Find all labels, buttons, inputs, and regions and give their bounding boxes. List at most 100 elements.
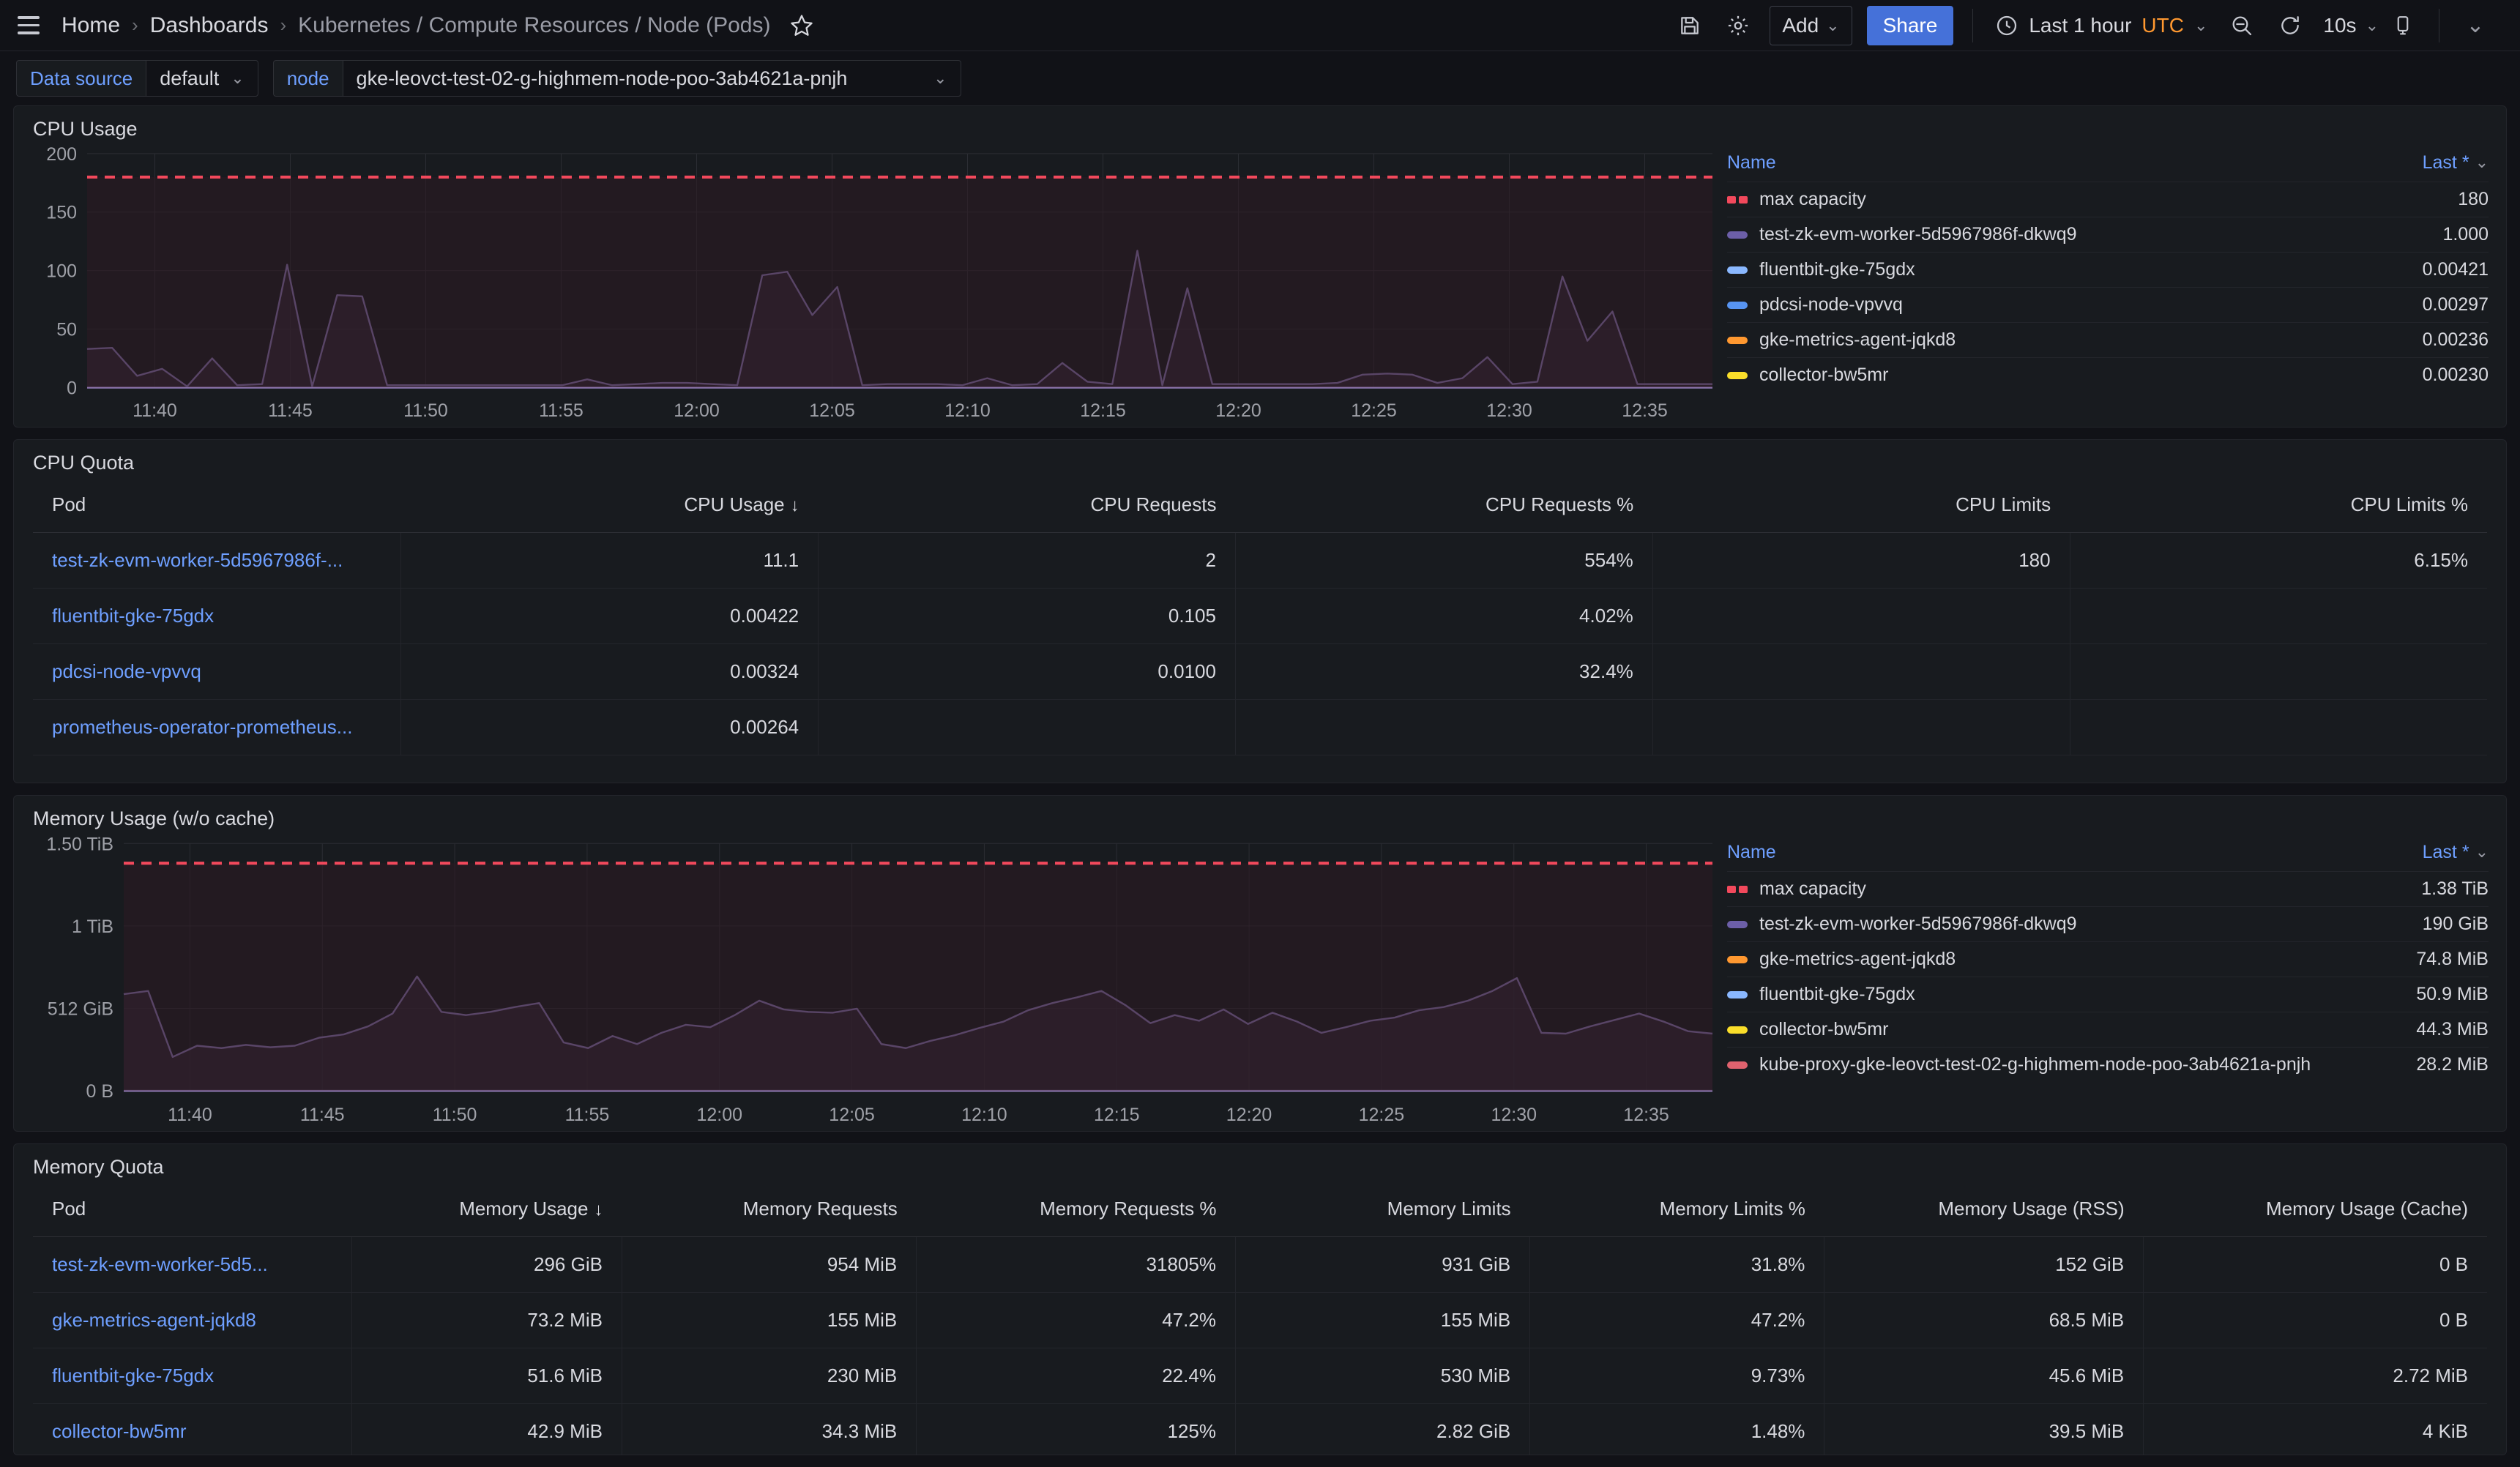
save-icon[interactable]	[1671, 7, 1709, 45]
memory-usage-timeseries-chart[interactable]: 0 B 512 GiB 1 TiB 1.50 TiB 11:40 11:45 11:50 11…	[14, 833, 1720, 1131]
cpu-quota-table: Pod CPU Usage ↓ CPU Requests CPU Requests % C…	[33, 477, 2487, 755]
top-navigation-bar: Home › Dashboards › Kubernetes / Compute…	[0, 0, 2520, 51]
share-button[interactable]: Share	[1866, 5, 1954, 45]
legend-color-swatch	[1727, 955, 1748, 963]
cell-usage: 42.9 MiB	[351, 1403, 622, 1455]
tv-icon[interactable]	[2384, 7, 2422, 45]
breadcrumb-item-dashboard-title[interactable]: Kubernetes / Compute Resources / Node (P…	[298, 13, 770, 38]
legend-series-name: max capacity	[1759, 189, 1866, 209]
cell-limits: 530 MiB	[1234, 1348, 1530, 1404]
column-header-memory-requests[interactable]: Memory Requests %	[916, 1182, 1236, 1237]
dashboard-app: Home › Dashboards › Kubernetes / Compute…	[0, 0, 2520, 1467]
cell-cache: 0 B	[2143, 1292, 2487, 1348]
table-row: collector-bw5mr 42.9 MiB 34.3 MiB 125% 2.82 …	[33, 1403, 2487, 1455]
add-button-label: Add	[1782, 13, 1819, 37]
legend-series-name: kube-proxy-gke-leovct-test-02-g-highmem-…	[1759, 1054, 2311, 1075]
column-header-memory-requests[interactable]: Memory Requests	[622, 1182, 917, 1237]
legend-rows-cpu: max capacity 180 test-zk-evm-worker-5d5967…	[1727, 182, 2489, 392]
x-axis-tick-label: 11:45	[268, 400, 313, 421]
time-range-picker[interactable]: Last 1 hour UTC ⌄	[1985, 6, 2218, 45]
chevron-down-icon[interactable]: ⌄	[2366, 16, 2379, 35]
pod-link[interactable]: test-zk-evm-worker-5d5967986f-...	[52, 549, 343, 571]
column-header-memory-usage-rss[interactable]: Memory Usage (RSS)	[1824, 1182, 2144, 1237]
pod-link[interactable]: collector-bw5mr	[52, 1420, 187, 1442]
zoom-out-icon[interactable]	[2223, 7, 2261, 45]
legend-item[interactable]: fluentbit-gke-75gdx 0.00421	[1727, 252, 2489, 287]
add-button[interactable]: Add ⌄	[1770, 5, 1852, 45]
legend-series-name: test-zk-evm-worker-5d5967986f-dkwq9	[1759, 914, 2077, 934]
legend-name-header: Name	[1727, 841, 1776, 862]
column-header-cpu-usage[interactable]: CPU Usage ↓	[400, 477, 819, 533]
legend-item[interactable]: fluentbit-gke-75gdx 50.9 MiB	[1727, 977, 2489, 1012]
column-header-pod[interactable]: Pod	[33, 1182, 352, 1237]
column-header-memory-limits[interactable]: Memory Limits	[1235, 1182, 1530, 1237]
cell-cpu-requests-pct	[1234, 699, 1653, 755]
column-header-cpu-requests[interactable]: CPU Requests %	[1235, 477, 1653, 533]
y-axis-tick-label: 50	[56, 320, 77, 340]
breadcrumb-item-dashboards[interactable]: Dashboards	[150, 13, 269, 38]
sort-arrow-icon: ↓	[594, 1200, 603, 1220]
legend-series-name: fluentbit-gke-75gdx	[1759, 984, 1915, 1004]
refresh-icon[interactable]	[2271, 7, 2309, 45]
column-header-cpu-limits[interactable]: CPU Limits	[1652, 477, 2070, 533]
legend-color-swatch	[1727, 920, 1748, 928]
cell-requests-pct: 31805%	[916, 1236, 1236, 1293]
column-header-cpu-requests[interactable]: CPU Requests	[818, 477, 1236, 533]
chevron-down-icon: ⌄	[2475, 843, 2489, 861]
legend-color-swatch	[1727, 266, 1748, 274]
cell-rss: 45.6 MiB	[1824, 1348, 2144, 1404]
column-header-pod[interactable]: Pod	[33, 477, 401, 533]
pod-link[interactable]: test-zk-evm-worker-5d5...	[52, 1253, 268, 1275]
cell-cpu-requests-pct: 554%	[1234, 532, 1653, 589]
cell-limits-pct: 47.2%	[1529, 1292, 1824, 1348]
refresh-interval-label[interactable]: 10s	[2319, 14, 2360, 37]
legend-color-swatch	[1727, 1061, 1748, 1069]
pod-link[interactable]: prometheus-operator-prometheus...	[52, 716, 352, 738]
legend-item[interactable]: gke-metrics-agent-jqkd8 74.8 MiB	[1727, 941, 2489, 977]
breadcrumb-item-home[interactable]: Home	[61, 13, 120, 38]
legend-item[interactable]: collector-bw5mr 44.3 MiB	[1727, 1012, 2489, 1047]
legend-header-memory[interactable]: Name Last * ⌄	[1727, 833, 2489, 871]
star-icon[interactable]	[789, 13, 814, 38]
legend-value-header: Last *	[2422, 152, 2469, 173]
cpu-usage-timeseries-chart[interactable]: 0 50 100 150 200 11:40 11:45 11:50 11:55 12:00 12:…	[14, 143, 1720, 427]
more-options-chevron-icon[interactable]: ⌄	[2456, 7, 2494, 45]
legend-item[interactable]: max capacity 1.38 TiB	[1727, 871, 2489, 906]
legend-item[interactable]: kube-proxy-gke-leovct-test-02-g-highmem-…	[1727, 1047, 2489, 1082]
variable-value-datasource: default	[160, 67, 220, 89]
legend-item[interactable]: pdcsi-node-vpvvq 0.00297	[1727, 287, 2489, 322]
legend-color-swatch	[1727, 231, 1748, 239]
x-axis-tick-label: 11:50	[403, 400, 448, 421]
pod-link[interactable]: gke-metrics-agent-jqkd8	[52, 1309, 256, 1331]
menu-toggle-icon[interactable]	[18, 13, 42, 38]
x-axis-tick-label: 11:50	[433, 1105, 477, 1125]
cell-pod-name: test-zk-evm-worker-5d5...	[33, 1236, 352, 1293]
pod-link[interactable]: fluentbit-gke-75gdx	[52, 605, 214, 627]
cell-cache: 2.72 MiB	[2143, 1348, 2487, 1404]
y-axis-tick-label: 150	[46, 203, 77, 223]
variable-select-datasource[interactable]: default ⌄	[146, 60, 258, 97]
column-header-cpu-limits[interactable]: CPU Limits %	[2070, 477, 2487, 533]
column-header-memory-usage[interactable]: Memory Usage ↓	[351, 1182, 622, 1237]
cell-cpu-usage: 0.00422	[400, 588, 819, 644]
pod-link[interactable]: pdcsi-node-vpvvq	[52, 660, 201, 682]
legend-item[interactable]: max capacity 180	[1727, 182, 2489, 217]
legend-item[interactable]: test-zk-evm-worker-5d5967986f-dkwq9 190 G…	[1727, 906, 2489, 941]
legend-header-cpu[interactable]: Name Last * ⌄	[1727, 143, 2489, 182]
legend-item[interactable]: gke-metrics-agent-jqkd8 0.00236	[1727, 322, 2489, 357]
legend-item[interactable]: collector-bw5mr 0.00230	[1727, 357, 2489, 392]
gear-icon[interactable]	[1719, 7, 1757, 45]
cell-cache: 0 B	[2143, 1236, 2487, 1293]
column-header-memory-limits[interactable]: Memory Limits %	[1529, 1182, 1824, 1237]
cell-cpu-requests	[818, 699, 1236, 755]
variable-select-node[interactable]: gke-leovct-test-02-g-highmem-node-poo-3a…	[342, 60, 961, 97]
legend-item[interactable]: test-zk-evm-worker-5d5967986f-dkwq9 1.000	[1727, 217, 2489, 252]
y-axis-tick-label: 512 GiB	[48, 998, 113, 1019]
pod-link[interactable]: fluentbit-gke-75gdx	[52, 1365, 214, 1386]
column-header-memory-usage-cache[interactable]: Memory Usage (Cache)	[2143, 1182, 2487, 1237]
sort-arrow-icon: ↓	[790, 496, 799, 515]
cell-pod-name: fluentbit-gke-75gdx	[33, 588, 401, 644]
table-header-row: Pod Memory Usage ↓ Memory Requests Memory Re…	[33, 1182, 2487, 1237]
panel-title-cpu-quota: CPU Quota	[33, 452, 135, 474]
panel-cpu-quota: CPU Quota Pod CPU Usage ↓ CPU Requests CPU R…	[13, 439, 2507, 783]
